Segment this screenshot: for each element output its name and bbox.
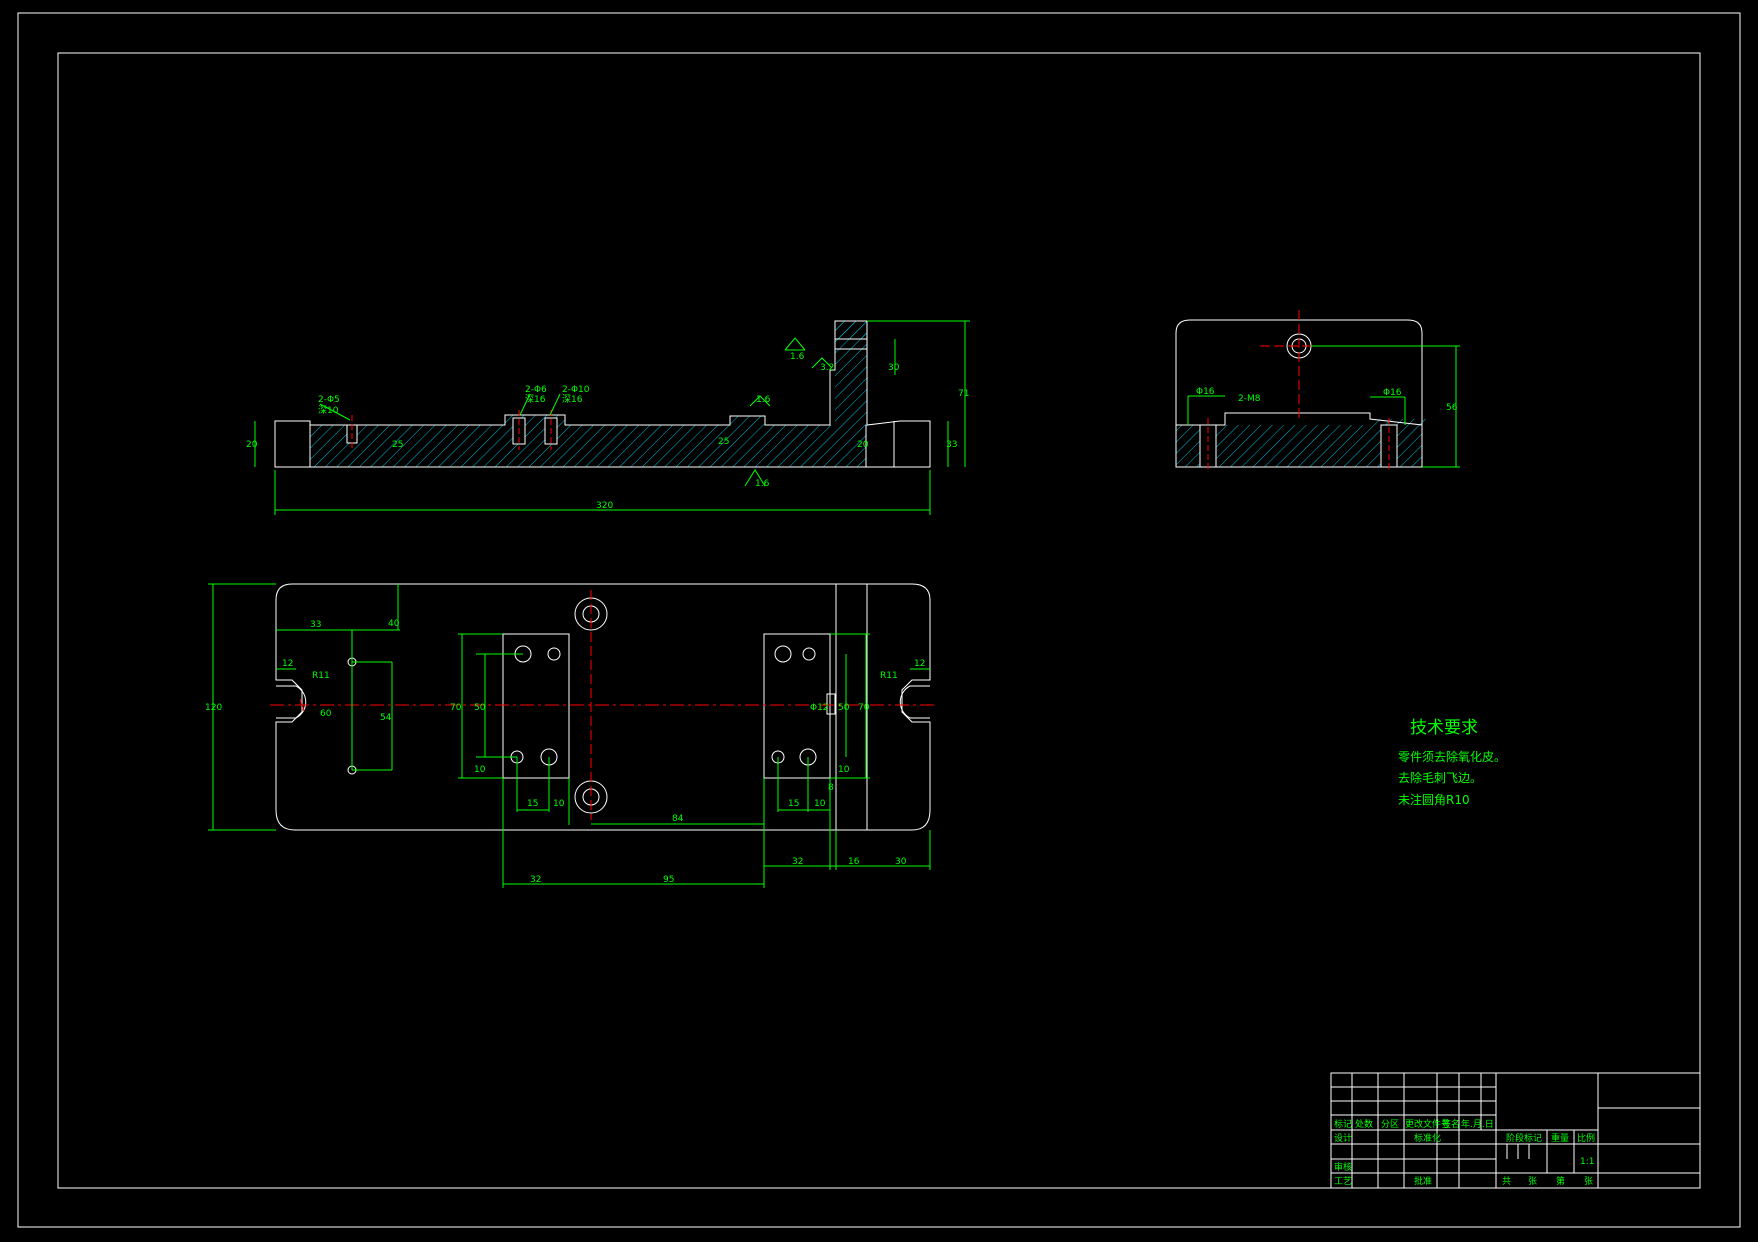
tb-header-cell: 分区 [1381,1119,1399,1130]
dim-label: 33 [946,440,957,450]
tb-approve-label: 批准 [1414,1175,1432,1187]
tb-sheet-label: 张 [1528,1176,1537,1187]
tech-req-line: 零件须去除氧化皮。 [1398,749,1506,764]
dim-label: 16 [848,857,860,867]
dim-label: 320 [596,501,613,511]
dim-label: 32 [530,875,541,885]
dim-label: 深16 [562,394,583,405]
tb-weight-label: 重量 [1551,1132,1569,1144]
dim-label: 50 [474,703,486,713]
dim-label: 25 [392,440,403,450]
plan-dimension-labels: 12 12 33 40 R11 R11 60 120 54 70 50 10 1… [205,619,925,885]
tech-req-title: 技术要求 [1410,718,1478,738]
dim-label: 12 [914,659,925,669]
dim-label: 10 [553,799,565,809]
tb-sheet-label: 张 [1584,1176,1593,1187]
dim-label: 120 [205,703,222,713]
dim-label: Φ12 [810,703,829,713]
tb-review-label: 审核 [1334,1161,1352,1173]
dim-label: 32 [792,857,803,867]
dim-label: 2-Φ6 [525,385,547,395]
dim-label: 8 [828,783,834,793]
front-section-view [254,320,970,515]
dim-label: Φ16 [1383,388,1402,398]
dim-label: 深16 [525,394,546,405]
tb-design-label: 设计 [1334,1132,1352,1144]
title-block: 标记 处数 分区 更改文件号 签名 年.月.日 设计 标准化 审核 工艺 批准 … [1330,1072,1701,1189]
tb-standard-label: 标准化 [1414,1132,1441,1144]
dim-label: 15 [788,799,799,809]
dim-label: 10 [474,765,486,775]
dim-label: 3.2 [820,363,834,373]
dim-label: R11 [880,671,898,681]
dim-label: 20 [246,440,258,450]
dim-label: 1.6 [756,395,771,405]
dim-label: 30 [895,857,907,867]
tb-process-label: 工艺 [1334,1176,1352,1187]
tb-header-cell: 签名 [1442,1118,1460,1130]
tb-sheet-label: 共 [1502,1176,1511,1187]
dim-label: 54 [380,713,392,723]
dim-label: Φ16 [1196,387,1215,397]
dim-label: 71 [958,389,969,399]
dim-label: 15 [527,799,538,809]
dim-label: 12 [282,659,293,669]
dim-label: 50 [838,703,850,713]
side-dimension-labels: Φ16 2-M8 Φ16 56 [1196,387,1458,413]
dim-label: 2-Φ10 [562,385,590,395]
dim-label: 40 [388,619,400,629]
dim-label: 10 [838,765,850,775]
dim-label: 70 [450,703,462,713]
dim-label: 10 [814,799,826,809]
tech-req-line: 去除毛刺飞边。 [1398,770,1482,785]
dim-label: 70 [858,703,870,713]
cad-drawing-canvas: 2-Φ5 深10 2-Φ6 深16 2-Φ10 深16 1.6 1.6 1.6 … [17,12,1741,1228]
dim-label: 深10 [318,405,339,416]
dim-label: R11 [312,671,330,681]
tb-stage-label: 阶段标记 [1506,1132,1542,1144]
side-section-view [1175,310,1460,470]
dim-label: 25 [718,437,729,447]
dim-label: 2-M8 [1238,394,1261,404]
dim-label: 60 [320,709,332,719]
tb-header-cell: 标记 [1334,1118,1352,1130]
dim-label: 95 [663,875,674,885]
dim-label: 33 [310,620,321,630]
tech-req-line: 未注圆角R10 [1398,792,1470,807]
dim-label: 84 [672,814,684,824]
dim-label: 1.6 [790,352,805,362]
tb-scale-value: 1:1 [1580,1157,1594,1167]
tb-scale-label: 比例 [1577,1132,1595,1144]
dim-label: 20 [857,440,869,450]
tb-header-cell: 处数 [1355,1118,1373,1130]
dim-label: 56 [1446,403,1458,413]
tb-header-cell: 年.月.日 [1461,1118,1494,1130]
dim-label: 2-Φ5 [318,395,340,405]
inner-border [57,52,1701,1189]
dim-label: 30 [888,363,900,373]
dim-label: 1.6 [755,479,770,489]
tb-sheet-label: 第 [1556,1175,1565,1187]
technical-requirements: 技术要求 零件须去除氧化皮。 去除毛刺飞边。 未注圆角R10 [1398,718,1506,807]
